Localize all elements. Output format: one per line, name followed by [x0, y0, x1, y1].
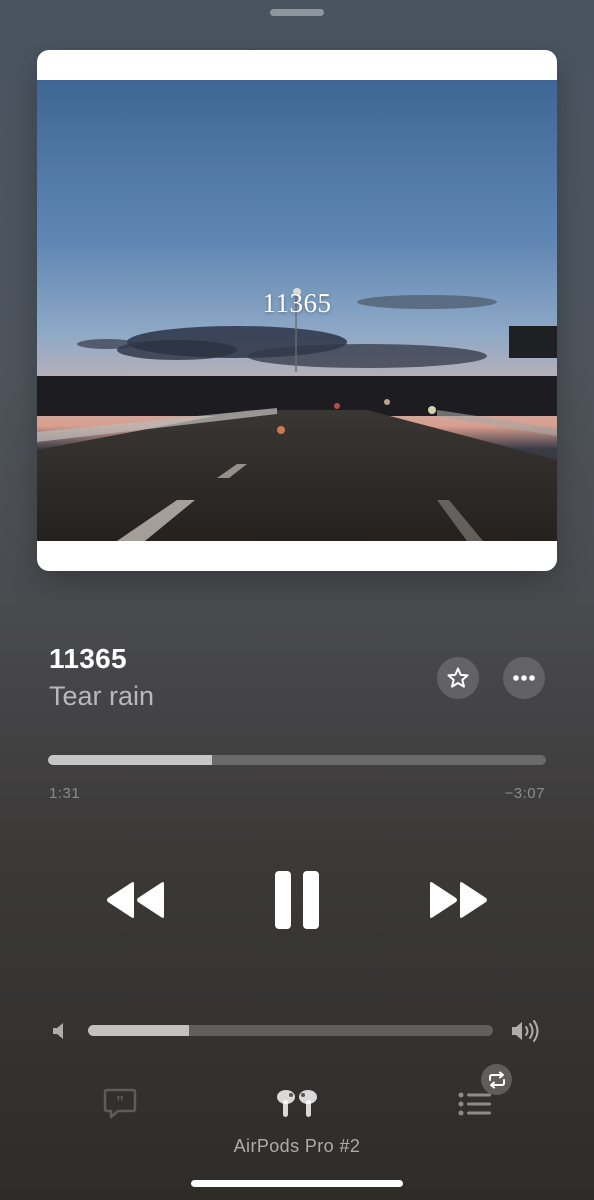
track-artist[interactable]: Tear rain [49, 681, 154, 712]
more-options-button[interactable] [503, 657, 545, 699]
elapsed-time: 1:31 [49, 785, 81, 802]
pause-button[interactable] [266, 866, 328, 934]
speaker-low-icon [53, 1023, 63, 1039]
favorite-button[interactable] [437, 657, 479, 699]
rewind-icon [107, 882, 164, 918]
volume-level-fill [88, 1025, 190, 1036]
pause-icon [275, 871, 319, 929]
album-artwork: 11365 [37, 50, 557, 571]
volume-max-button[interactable] [510, 1017, 544, 1045]
audio-output-device-label: AirPods Pro #2 [233, 1136, 361, 1156]
fast-forward-button[interactable] [422, 876, 494, 924]
fast-forward-icon [430, 882, 487, 918]
playback-scrubber[interactable] [48, 755, 546, 765]
lyrics-button[interactable]: ” [102, 1085, 138, 1121]
remaining-time: −3:07 [504, 785, 545, 802]
track-title[interactable]: 11365 [49, 643, 127, 675]
volume-slider[interactable] [88, 1025, 493, 1036]
home-indicator[interactable] [191, 1180, 403, 1187]
speaker-high-icon [512, 1020, 539, 1042]
star-icon [447, 667, 469, 688]
playback-progress-fill [48, 755, 213, 765]
airpods-pro-icon [277, 1090, 317, 1117]
repeat-badge[interactable] [481, 1064, 512, 1095]
lyrics-icon: ” [103, 1088, 137, 1119]
ellipsis-icon [513, 675, 535, 681]
audio-output-button[interactable] [273, 1086, 321, 1122]
volume-min-button[interactable] [50, 1020, 72, 1042]
artwork-overlay-text: 11365 [262, 288, 332, 318]
svg-text:”: ” [116, 1094, 124, 1111]
sheet-grabber[interactable] [270, 9, 324, 16]
rewind-button[interactable] [100, 876, 172, 924]
repeat-icon [488, 1071, 505, 1088]
